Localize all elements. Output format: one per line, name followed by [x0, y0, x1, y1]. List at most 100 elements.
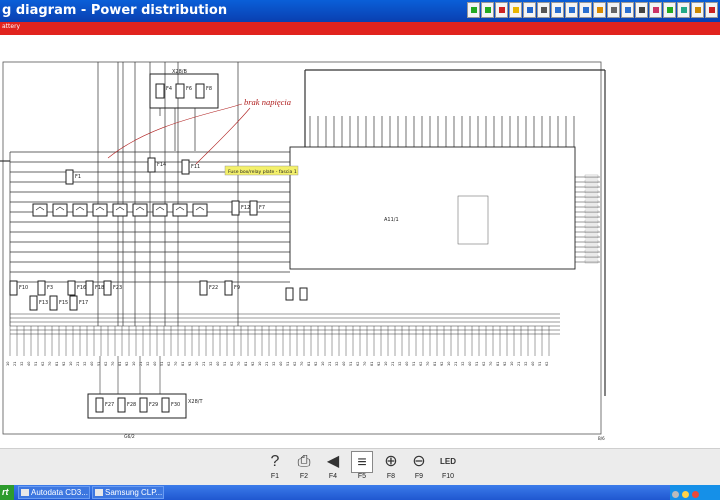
help-icon[interactable]	[579, 2, 592, 18]
diagram-label: F1	[75, 174, 81, 180]
pin-label: 40	[279, 362, 283, 366]
fuse-f9	[224, 280, 233, 296]
wiring-diagram-canvas[interactable]: X28/B F4 F6 F8 F1 F14 F11 F12 F7 Fuse box/relay p…	[0, 56, 720, 448]
pin-label: 51	[97, 362, 101, 366]
pin-label: 81	[244, 362, 248, 366]
fkey-label: F10	[441, 473, 455, 480]
pin-label: 70	[174, 362, 178, 366]
pin-label: 32	[272, 362, 276, 366]
security-icon[interactable]	[692, 491, 699, 498]
fuse-f15	[49, 295, 58, 311]
fkey-f4[interactable]: ◀ F4	[320, 451, 346, 485]
pin-label: 51	[538, 362, 542, 366]
annotation-arrow	[195, 107, 251, 165]
relay	[192, 203, 208, 217]
fuse-f13	[29, 295, 38, 311]
print-icon[interactable]	[537, 2, 550, 18]
taskbar: rt Autodata CD3... Samsung CLP...	[0, 485, 720, 500]
pin-label: 40	[153, 362, 157, 366]
zoom-icon[interactable]	[565, 2, 578, 18]
pin-label: 10	[132, 362, 136, 366]
diagram-label: F13	[39, 300, 48, 306]
pin-label: 70	[300, 362, 304, 366]
pin-label: 40	[90, 362, 94, 366]
mail-icon[interactable]	[691, 2, 704, 18]
pin-label: 21	[328, 362, 332, 366]
grid-icon[interactable]	[663, 2, 676, 18]
pin-label: 51	[286, 362, 290, 366]
diagram-label: F9	[234, 285, 240, 291]
fuse-f4	[155, 83, 165, 99]
fuse-extra-1	[285, 287, 294, 301]
close-icon[interactable]	[705, 2, 718, 18]
diagram-label: F11	[191, 164, 200, 170]
fkey-label: F1	[270, 473, 280, 480]
stop-icon[interactable]	[495, 2, 508, 18]
relay	[152, 203, 168, 217]
pin-label: 92	[377, 362, 381, 366]
start-button[interactable]: rt	[0, 485, 14, 500]
wiring-diagram[interactable]: X28/B F4 F6 F8 F1 F14 F11 F12 F7 Fuse box/relay p…	[0, 56, 720, 448]
pin-label: 32	[209, 362, 213, 366]
taskbar-app-1[interactable]: Autodata CD3...	[18, 486, 90, 499]
diagram-label: F12	[241, 205, 250, 211]
pin-label: 10	[321, 362, 325, 366]
info-icon[interactable]	[621, 2, 634, 18]
pin-label: 70	[237, 362, 241, 366]
fuse-f3	[37, 280, 46, 296]
pin-label: 92	[251, 362, 255, 366]
pin-label: 10	[6, 362, 10, 366]
pin-label: 70	[363, 362, 367, 366]
search-icon[interactable]	[551, 2, 564, 18]
home-icon[interactable]	[523, 2, 536, 18]
fuse-f22	[199, 280, 208, 296]
diagram-label: F28	[127, 402, 136, 408]
refresh-icon[interactable]	[677, 2, 690, 18]
fkey-label: F8	[386, 473, 396, 480]
fkey-f2[interactable]: ⎙ F2	[291, 451, 317, 485]
fuse-f11	[181, 159, 190, 175]
fkey-label: F2	[299, 473, 309, 480]
taskbar-app-label: Autodata CD3...	[31, 488, 88, 497]
relay	[172, 203, 188, 217]
pin-label: 40	[27, 362, 31, 366]
diagram-label: F8	[206, 86, 212, 92]
fkey-f10[interactable]: LED F10	[435, 451, 461, 485]
taskbar-app-2[interactable]: Samsung CLP...	[92, 486, 164, 499]
diagram-label: F27	[105, 402, 114, 408]
relay	[92, 203, 108, 217]
pin-label: 81	[433, 362, 437, 366]
system-tray	[670, 485, 720, 500]
diagram-label: F22	[209, 285, 218, 291]
pin-label: 62	[419, 362, 423, 366]
window-title: g diagram - Power distribution	[2, 3, 228, 18]
fkey-f1[interactable]: ? F1	[262, 451, 288, 485]
fkey-label: F9	[414, 473, 424, 480]
warning-icon[interactable]	[509, 2, 522, 18]
pin-label: 32	[146, 362, 150, 366]
fkey-f8[interactable]: ⊕ F8	[378, 451, 404, 485]
fuse-f17	[69, 295, 78, 311]
volume-icon[interactable]	[682, 491, 689, 498]
diagram-label: F23	[113, 285, 122, 291]
network-icon[interactable]	[672, 491, 679, 498]
fkey-f9[interactable]: ⊖ F9	[406, 451, 432, 485]
user-icon[interactable]	[649, 2, 662, 18]
pin-label: 10	[69, 362, 73, 366]
settings-icon[interactable]	[607, 2, 620, 18]
list-icon[interactable]	[635, 2, 648, 18]
forward-icon[interactable]	[481, 2, 494, 18]
fkey-f5[interactable]: ≡ F5	[349, 451, 375, 485]
diagram-label: F10	[19, 285, 28, 291]
pin-label: 62	[167, 362, 171, 366]
pin-label: 10	[384, 362, 388, 366]
pin-label: 10	[447, 362, 451, 366]
pin-label: 62	[104, 362, 108, 366]
diagram-label: X28/T	[188, 399, 203, 405]
pin-label: 51	[475, 362, 479, 366]
fuse-f23	[103, 280, 112, 296]
bookmark-icon[interactable]	[593, 2, 606, 18]
back-icon[interactable]	[467, 2, 480, 18]
diagram-label: F30	[171, 402, 180, 408]
pin-label: 32	[20, 362, 24, 366]
